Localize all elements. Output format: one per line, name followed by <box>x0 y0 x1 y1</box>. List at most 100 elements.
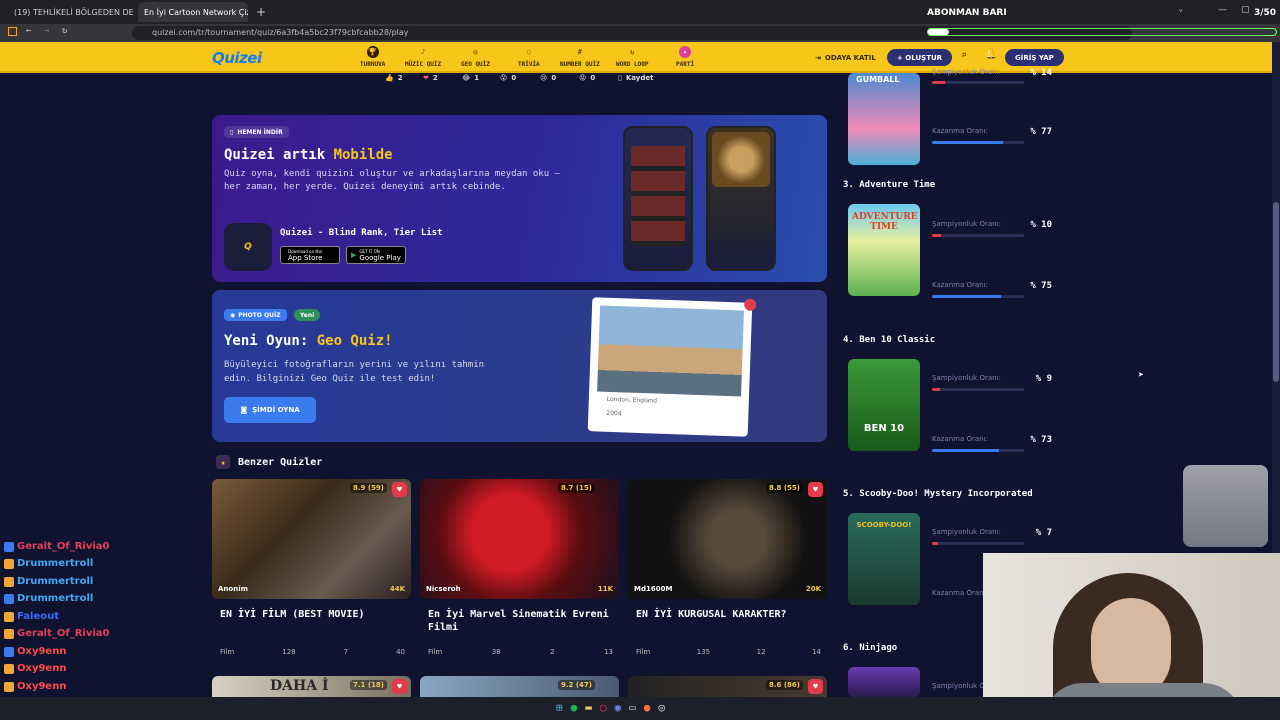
chat-username[interactable]: Geralt_Of_Rivia0 <box>17 541 110 552</box>
favorite-icon[interactable]: ♥ <box>392 482 407 497</box>
reaction-sad[interactable]: 😢 0 <box>540 74 556 82</box>
progress-overlay <box>927 28 1277 36</box>
party-icon: ✦ <box>679 46 692 58</box>
new-tab-button[interactable]: + <box>256 5 266 19</box>
champ-bar <box>932 234 1024 237</box>
overlay-title: ABONMAN BARI <box>927 8 1007 18</box>
quiz-meta: Film 135 12 14 <box>636 648 821 656</box>
quiz-title[interactable]: En İyi Marvel Sinematik Evreni Filmi <box>420 608 619 638</box>
nav-item-word-loop[interactable]: ↻ WORD LOOP <box>616 46 649 68</box>
folder-icon[interactable]: ▬ <box>585 701 592 714</box>
glass-overlay <box>1183 465 1268 547</box>
play-icon: ▶ <box>351 251 357 259</box>
chat-username[interactable]: Oxy9enn <box>17 663 66 674</box>
nav-item-number-quiz[interactable]: # NUMBER QUİZ <box>560 46 600 68</box>
favorite-icon[interactable]: ♥ <box>808 482 823 497</box>
chat-username[interactable]: Drummertroll <box>17 558 93 569</box>
rank-title: 4. Ben 10 Classic <box>843 335 936 345</box>
bell-icon[interactable]: 🔔 <box>985 49 997 60</box>
globe-icon: ◎ <box>473 48 478 56</box>
browser-tab-youtube[interactable]: (19) TEHLİKELİ BÖLGEDEN DEPO... ✕ <box>4 2 134 22</box>
reaction-like[interactable]: 👍 2 <box>385 74 403 82</box>
rank-title: 3. Adventure Time <box>843 180 936 190</box>
rank-item[interactable]: 3. Adventure Time ADVENTURE TIME Şampiyo… <box>843 180 1058 330</box>
spotify-icon[interactable]: ● <box>571 701 578 714</box>
quiz-thumbnail: 8.9 (59) ♥ Anonim 44K <box>212 479 411 599</box>
login-button[interactable]: GİRİŞ YAP <box>1005 49 1064 66</box>
photo-card: London, England 2004 <box>587 297 757 437</box>
reaction-wow[interactable]: 😮 0 <box>500 74 516 82</box>
nav-item-turnuva[interactable]: 🏆 TURNUVA <box>360 46 385 68</box>
chat-badge-icon <box>4 663 14 674</box>
chat-username[interactable]: Faleout <box>17 611 59 622</box>
quiz-card[interactable]: 8.8 (55) ♥ Md1600M 20K EN İYİ KURGUSAL K… <box>628 479 827 664</box>
hash-icon: # <box>577 48 582 56</box>
taskbar-apps: ⊞ ● ▬ ◯ ◉ ▭ ● ◎ <box>556 701 665 714</box>
search-icon[interactable]: ⌕ <box>961 50 967 61</box>
nav-item-trivia[interactable]: ◌ TRİVİA <box>518 46 540 68</box>
nav-item-parti[interactable]: ✦ PARTİ <box>676 46 694 68</box>
favorite-icon[interactable]: ♥ <box>808 679 823 694</box>
address-bar: ← → ↻ quizei.com/tr/tournament/quiz/6a3f… <box>0 24 1280 42</box>
chrome-icon[interactable]: ◎ <box>658 701 665 714</box>
quiz-card[interactable]: 9.2 (47) <box>420 676 619 697</box>
quiz-card[interactable]: 8.9 (59) ♥ Anonim 44K EN İYİ FİLM (BEST … <box>212 479 411 664</box>
phone-mockup-1 <box>623 126 693 271</box>
save-button[interactable]: ▯ Kaydet <box>618 74 653 82</box>
heart-icon: ❤ <box>423 74 429 82</box>
chat-badge-icon <box>4 681 14 692</box>
music-icon: ♪ <box>420 48 426 56</box>
windows-start-icon[interactable]: ⊞ <box>556 701 563 714</box>
camera-icon: ◙ <box>240 406 248 414</box>
nav-item-music-quiz[interactable]: ♪ MÜZİC QUİZ <box>405 46 441 68</box>
champ-bar <box>932 81 1024 84</box>
rank-thumbnail: SCOOBY-DOO! <box>848 513 920 605</box>
quiz-title[interactable]: EN İYİ KURGUSAL KARAKTER? <box>628 608 827 638</box>
quizei-logo[interactable]: Quizei <box>212 49 262 67</box>
chat-badge-icon <box>4 541 14 552</box>
scrollbar-thumb[interactable] <box>1273 202 1279 382</box>
rank-thumbnail <box>848 667 920 697</box>
sidebar-toggle-icon[interactable] <box>8 27 17 36</box>
champ-stat: Şampiyonluk Oranı:% 7 <box>932 528 1052 538</box>
chat-line: Oxy9enn <box>4 663 66 674</box>
quiz-card[interactable]: 8.6 (86) ♥ <box>628 676 827 697</box>
reaction-laugh[interactable]: 😂 1 <box>462 74 479 82</box>
discord-icon[interactable]: ◉ <box>615 701 622 714</box>
chat-username[interactable]: Oxy9enn <box>17 681 66 692</box>
laugh-icon: 😂 <box>462 74 471 82</box>
create-button[interactable]: + OLUŞTUR <box>887 49 953 66</box>
chat-line: Geralt_Of_Rivia0 <box>4 628 110 639</box>
win-stat: Kazanma Oranı:% 77 <box>932 127 1052 137</box>
quiz-card[interactable]: 8.7 (15) Nicseroh 11K En İyi Marvel Sine… <box>420 479 619 664</box>
reload-icon[interactable]: ↻ <box>62 26 67 36</box>
chat-icon: ◌ <box>526 48 531 56</box>
reaction-love[interactable]: ❤ 2 <box>423 74 438 82</box>
forward-icon[interactable]: → <box>44 26 49 36</box>
nav-item-geo-quiz[interactable]: ◎ GEO QUİZ <box>461 46 490 68</box>
opera-icon[interactable]: ◯ <box>600 701 607 714</box>
chevron-down-icon[interactable]: ⌄ <box>1178 4 1183 14</box>
chat-username[interactable]: Geralt_Of_Rivia0 <box>17 628 110 639</box>
chat-username[interactable]: Drummertroll <box>17 593 93 604</box>
champ-stat: Şampiyonluk Oranı:% 10 <box>932 220 1052 230</box>
chat-line: Faleout <box>4 611 59 622</box>
terminal-icon[interactable]: ▭ <box>629 701 636 714</box>
reaction-angry[interactable]: 😡 0 <box>579 74 595 82</box>
webcam-overlay <box>983 553 1280 720</box>
app-store-button[interactable]: Download on the App Store <box>280 246 340 264</box>
rank-item[interactable]: 4. Ben 10 Classic BEN 10 Şampiyonluk Ora… <box>843 335 1058 485</box>
firefox-icon[interactable]: ● <box>644 701 651 714</box>
join-room-button[interactable]: ⇥ ODAYA KATIL <box>805 49 886 66</box>
quiz-title[interactable]: EN İYİ FİLM (BEST MOVIE) <box>212 608 411 638</box>
favorite-icon[interactable]: ♥ <box>392 679 407 694</box>
play-now-button[interactable]: ◙ ŞİMDİ OYNA <box>224 397 316 423</box>
back-icon[interactable]: ← <box>26 26 31 36</box>
rank-item[interactable]: GUMBALL Şampiyonluk Oranı:% 14 Kazanma O… <box>843 68 1058 173</box>
google-play-button[interactable]: ▶ GET IT ON Google Play <box>346 246 406 264</box>
browser-tab-quizei[interactable]: En İyi Cartoon Network Çizgi Fil... ✕ <box>138 2 248 22</box>
chat-line: Drummertroll <box>4 558 93 569</box>
chat-username[interactable]: Oxy9enn <box>17 646 66 657</box>
quiz-card[interactable]: DAHA İ 7.1 (18) ♥ <box>212 676 411 697</box>
chat-username[interactable]: Drummertroll <box>17 576 93 587</box>
